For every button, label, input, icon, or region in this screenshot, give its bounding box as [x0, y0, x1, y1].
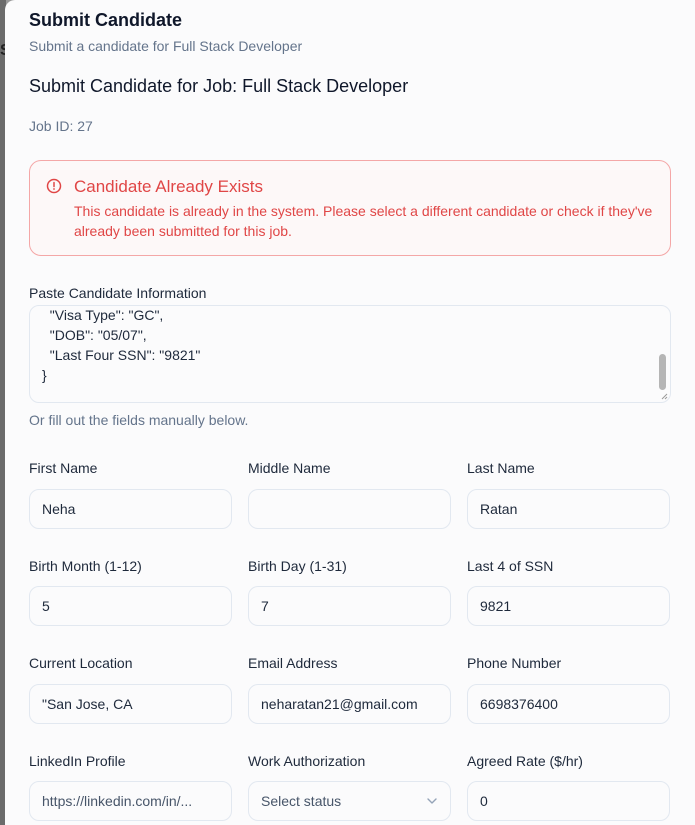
dialog-title: Submit Candidate [29, 10, 183, 30]
work-auth-select[interactable]: Select status [248, 781, 451, 821]
location-field[interactable]: "San Jose, CA [29, 684, 232, 724]
rate-field[interactable]: 0 [467, 781, 670, 821]
alert-message: This candidate is already in the system.… [74, 203, 653, 239]
work-auth-label: Work Authorization [248, 753, 366, 769]
paste-line: "Visa Type": "GC", [42, 307, 164, 323]
birth-month-label: Birth Month (1-12) [29, 558, 142, 574]
birth-day-label: Birth Day (1-31) [248, 558, 347, 574]
ssn-last4-label: Last 4 of SSN [467, 558, 554, 574]
first-name-field[interactable]: Neha [29, 489, 232, 529]
email-field[interactable]: neharatan21@gmail.com [248, 684, 451, 724]
resize-grip-icon[interactable] [661, 393, 668, 400]
birth-month-field[interactable]: 5 [29, 586, 232, 626]
candidate-exists-alert: Candidate Already Exists This candidate … [29, 160, 671, 256]
location-label: Current Location [29, 655, 133, 671]
manual-entry-hint: Or fill out the fields manually below. [29, 412, 249, 428]
linkedin-label: LinkedIn Profile [29, 753, 126, 769]
rate-label: Agreed Rate ($/hr) [467, 753, 583, 769]
paste-line: "Last Four SSN": "9821" [42, 347, 201, 363]
middle-name-field[interactable] [248, 489, 451, 529]
ssn-last4-field[interactable]: 9821 [467, 586, 670, 626]
job-id: Job ID: 27 [29, 118, 93, 134]
last-name-label: Last Name [467, 460, 535, 476]
textarea-scrollbar[interactable] [659, 354, 666, 390]
work-auth-selected: Select status [261, 793, 342, 809]
paste-line: "DOB": "05/07", [42, 327, 147, 343]
last-name-field[interactable]: Ratan [467, 489, 670, 529]
linkedin-field[interactable]: https://linkedin.com/in/... [29, 781, 232, 821]
alert-circle-icon [46, 178, 62, 194]
job-heading: Submit Candidate for Job: Full Stack Dev… [29, 76, 409, 96]
chevron-down-icon [427, 798, 437, 804]
submit-candidate-dialog: Submit Candidate Submit a candidate for … [5, 0, 695, 825]
paste-candidate-textarea[interactable]: "Visa Type": "GC", "DOB": "05/07", "Last… [29, 305, 671, 403]
phone-label: Phone Number [467, 655, 562, 671]
alert-title: Candidate Already Exists [74, 177, 263, 196]
birth-day-field[interactable]: 7 [248, 586, 451, 626]
paste-label: Paste Candidate Information [29, 285, 207, 301]
middle-name-label: Middle Name [248, 460, 331, 476]
first-name-label: First Name [29, 460, 98, 476]
email-label: Email Address [248, 655, 338, 671]
dialog-description: Submit a candidate for Full Stack Develo… [29, 38, 303, 54]
phone-field[interactable]: 6698376400 [467, 684, 670, 724]
paste-line: } [42, 367, 47, 383]
